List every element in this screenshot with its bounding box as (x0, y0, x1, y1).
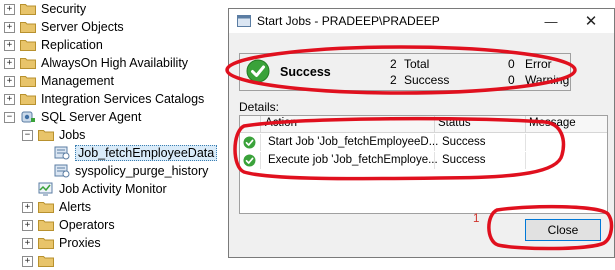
column-divider (260, 116, 261, 132)
folder-icon (20, 22, 36, 33)
tree-node-label: Integration Services Catalogs (41, 92, 205, 106)
expand-icon[interactable]: + (4, 93, 15, 105)
expand-icon[interactable]: + (4, 39, 15, 51)
tree-node-job-fetchemployeedata[interactable]: Job_fetchEmployeeData (54, 144, 218, 162)
row-action: Execute job 'Job_fetchEmploye... (268, 154, 438, 166)
tree-node-label: SQL Server Agent (41, 110, 142, 124)
object-explorer-tree: + Security + Server Objects + Replicatio… (0, 0, 230, 267)
cell-divider (260, 152, 261, 169)
column-header-status[interactable]: Status (438, 117, 471, 129)
table-row[interactable]: Execute job 'Job_fetchEmploye... Success (240, 152, 607, 169)
error-count: 0 (508, 57, 515, 71)
tree-node-label: Proxies (59, 236, 101, 250)
details-grid[interactable]: Action Status Message Start Job 'Job_fet… (239, 115, 608, 214)
folder-icon (20, 94, 36, 105)
activity-monitor-icon (38, 182, 53, 196)
tree-node-label: Replication (41, 38, 103, 52)
tree-node-management[interactable]: + Management (4, 72, 114, 90)
expand-icon[interactable]: + (4, 57, 15, 69)
annotation-number: 1 (473, 213, 480, 225)
success-check-icon (243, 154, 256, 167)
tree-node-integration-services[interactable]: + Integration Services Catalogs (4, 90, 204, 108)
folder-icon (38, 130, 54, 141)
tree-node-security[interactable]: + Security (4, 0, 86, 18)
summary-panel: Success 2 Total 2 Success 0 Error 0 Warn… (239, 53, 571, 91)
tree-node-server-objects[interactable]: + Server Objects (4, 18, 124, 36)
cell-divider (434, 134, 435, 151)
folder-icon (20, 58, 36, 69)
tree-node-replication[interactable]: + Replication (4, 36, 103, 54)
tree-node-partial: + (22, 252, 59, 270)
dialog-title: Start Jobs - PRADEEP\PRADEEP (257, 14, 440, 28)
tree-node-label: Job Activity Monitor (59, 182, 167, 196)
folder-icon (38, 238, 54, 249)
folder-icon (20, 4, 36, 15)
tree-node-label: Job_fetchEmployeeData (75, 145, 218, 161)
success-count: 2 (390, 73, 397, 87)
cell-divider (525, 152, 526, 169)
start-jobs-dialog: Start Jobs - PRADEEP\PRADEEP — ✕ Success… (228, 8, 615, 258)
tree-node-job-activity-monitor[interactable]: Job Activity Monitor (38, 180, 167, 198)
close-button[interactable]: Close (525, 219, 601, 241)
window-close-button[interactable]: ✕ (572, 9, 610, 33)
warning-count: 0 (508, 73, 515, 87)
column-header-message[interactable]: Message (529, 117, 576, 129)
warning-label: Warning (525, 73, 570, 87)
window-app-icon (237, 15, 251, 27)
expand-icon[interactable]: + (22, 219, 33, 231)
folder-icon (38, 202, 54, 213)
tree-node-alwayson[interactable]: + AlwaysOn High Availability (4, 54, 188, 72)
success-check-icon (243, 136, 256, 149)
minimize-button[interactable]: — (532, 9, 570, 33)
tree-node-syspolicy-purge-history[interactable]: syspolicy_purge_history (54, 162, 208, 180)
grid-header: Action Status Message (240, 116, 607, 133)
tree-node-operators[interactable]: + Operators (22, 216, 115, 234)
column-divider[interactable] (525, 116, 526, 132)
tree-node-jobs[interactable]: − Jobs (22, 126, 85, 144)
success-check-icon (246, 59, 270, 83)
folder-icon (20, 40, 36, 51)
sql-agent-icon (21, 111, 35, 123)
tree-node-label: Operators (59, 218, 115, 232)
expand-icon[interactable]: + (22, 237, 33, 249)
folder-icon (38, 256, 54, 267)
row-action: Start Job 'Job_fetchEmployeeD... (268, 136, 439, 148)
tree-node-label: Alerts (59, 200, 91, 214)
success-label: Success (404, 73, 450, 87)
collapse-icon[interactable]: − (22, 129, 33, 141)
cell-divider (525, 134, 526, 151)
tree-node-label: Jobs (59, 128, 86, 142)
total-label: Total (404, 57, 430, 71)
expand-icon[interactable]: + (4, 3, 15, 15)
tree-node-alerts[interactable]: + Alerts (22, 198, 91, 216)
dialog-titlebar[interactable]: Start Jobs - PRADEEP\PRADEEP — ✕ (229, 9, 614, 33)
expand-icon[interactable]: + (4, 75, 15, 87)
cell-divider (260, 134, 261, 151)
expand-icon[interactable]: + (22, 201, 33, 213)
row-status: Success (442, 154, 486, 166)
job-icon (54, 146, 70, 160)
tree-node-sql-server-agent[interactable]: − SQL Server Agent (4, 108, 141, 126)
expand-icon[interactable]: + (4, 21, 15, 33)
details-label: Details: (239, 100, 280, 114)
tree-node-proxies[interactable]: + Proxies (22, 234, 101, 252)
total-count: 2 (390, 57, 397, 71)
summary-state: Success (280, 65, 331, 79)
tree-node-label: Management (41, 74, 114, 88)
expand-icon[interactable]: + (22, 255, 33, 267)
table-row[interactable]: Start Job 'Job_fetchEmployeeD... Success (240, 134, 607, 151)
collapse-icon[interactable]: − (4, 111, 15, 123)
tree-node-label: Security (41, 2, 87, 16)
cell-divider (434, 152, 435, 169)
tree-node-label: Server Objects (41, 20, 124, 34)
column-divider[interactable] (434, 116, 435, 132)
row-status: Success (442, 136, 486, 148)
job-icon (54, 164, 70, 178)
folder-icon (38, 220, 54, 231)
tree-node-label: AlwaysOn High Availability (41, 56, 189, 70)
folder-icon (20, 76, 36, 87)
tree-node-label: syspolicy_purge_history (75, 164, 209, 178)
error-label: Error (525, 57, 552, 71)
column-header-action[interactable]: Action (265, 117, 297, 129)
